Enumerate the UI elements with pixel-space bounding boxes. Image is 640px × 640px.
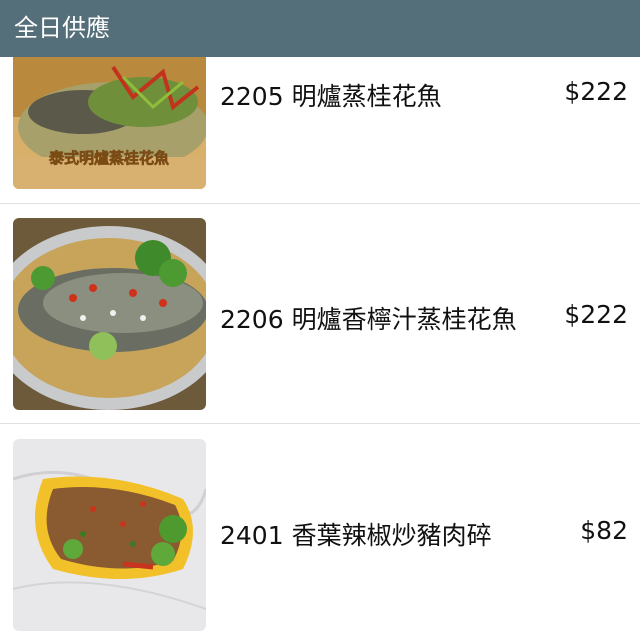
- dish-price: $222: [564, 77, 628, 106]
- dish-image-caption: 泰式明爐蒸桂花魚: [48, 149, 169, 167]
- list-item[interactable]: 泰式明爐蒸桂花魚 2205 明爐蒸桂花魚 $222: [0, 57, 640, 204]
- dish-price: $82: [580, 516, 628, 545]
- list-item[interactable]: 2206 明爐香檸汁蒸桂花魚 $222: [0, 204, 640, 424]
- header-title: 全日供應: [14, 14, 110, 42]
- dish-image: 泰式明爐蒸桂花魚: [13, 57, 206, 189]
- menu-list[interactable]: 泰式明爐蒸桂花魚 2205 明爐蒸桂花魚 $222 2206 明爐香檸汁蒸桂花魚…: [0, 57, 640, 640]
- dish-name: 2401 香葉辣椒炒豬肉碎: [220, 521, 492, 550]
- dish-image: [13, 218, 206, 410]
- app-header: 全日供應: [0, 0, 640, 57]
- dish-image: [13, 439, 206, 631]
- list-item[interactable]: 2401 香葉辣椒炒豬肉碎 $82: [0, 424, 640, 640]
- dish-name: 2205 明爐蒸桂花魚: [220, 82, 442, 111]
- dish-price: $222: [564, 300, 628, 329]
- dish-name: 2206 明爐香檸汁蒸桂花魚: [220, 305, 517, 334]
